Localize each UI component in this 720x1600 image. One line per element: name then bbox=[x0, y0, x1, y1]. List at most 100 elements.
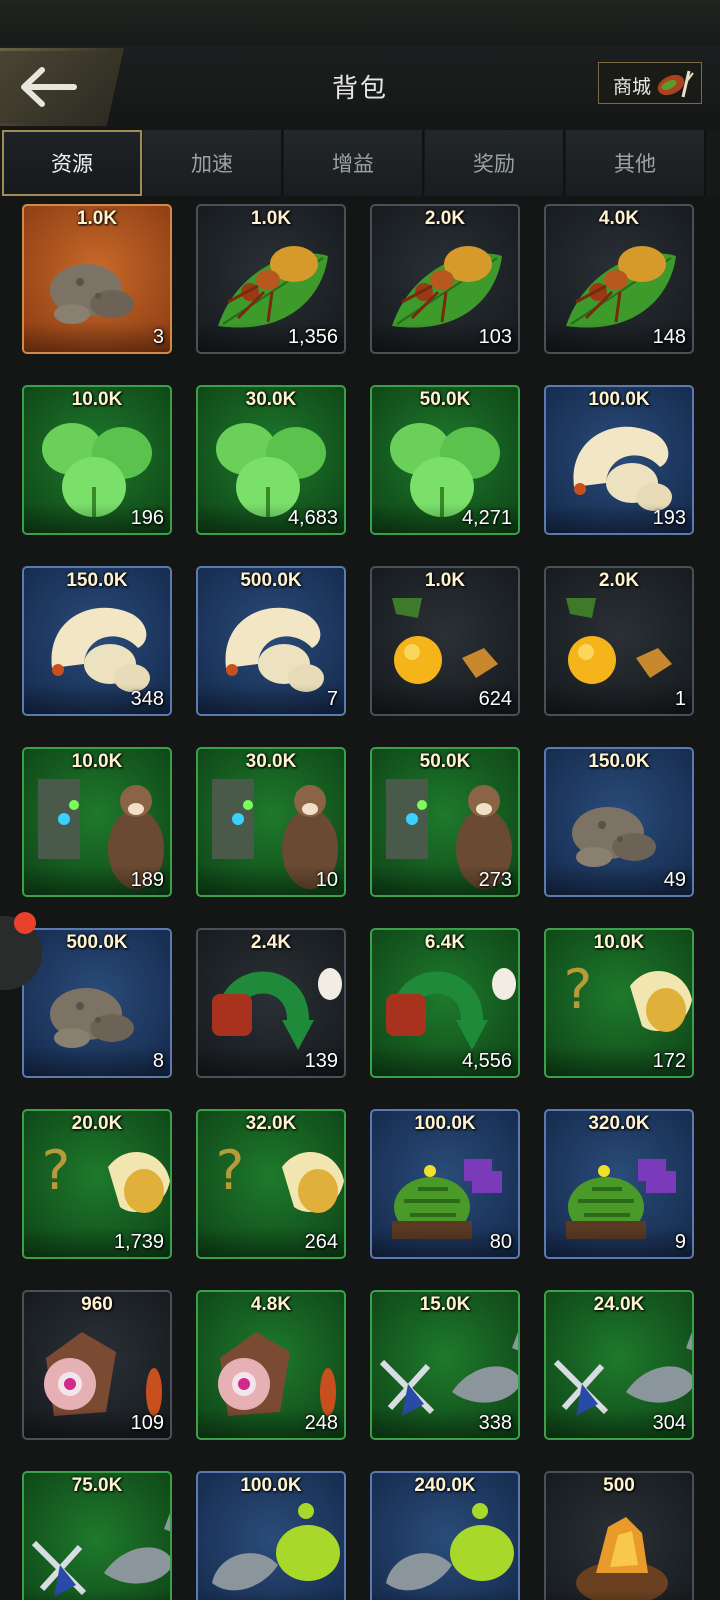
inventory-item[interactable]: 100.0K 193 bbox=[544, 385, 694, 535]
item-amount: 150.0K bbox=[66, 570, 128, 591]
item-amount: 100.0K bbox=[414, 1113, 476, 1134]
shop-label: 商城 bbox=[613, 77, 652, 98]
count-band bbox=[198, 1589, 344, 1600]
inventory-item[interactable]: 960 109 bbox=[22, 1290, 172, 1440]
inventory-item[interactable]: 500 bbox=[544, 1471, 694, 1600]
item-amount: 150.0K bbox=[588, 751, 650, 772]
inventory-item[interactable]: 50.0K 273 bbox=[370, 747, 520, 897]
item-count: 49 bbox=[663, 869, 686, 891]
tab-2[interactable]: 增益 bbox=[284, 130, 424, 196]
count-band bbox=[198, 684, 344, 714]
count-band bbox=[546, 1589, 692, 1600]
item-count: 264 bbox=[304, 1231, 338, 1253]
item-amount: 320.0K bbox=[588, 1113, 650, 1134]
item-amount: 10.0K bbox=[71, 751, 123, 772]
inventory-item[interactable]: ? 20.0K 1,739 bbox=[22, 1109, 172, 1259]
item-amount: 4.0K bbox=[598, 208, 640, 229]
item-amount: 24.0K bbox=[593, 1294, 645, 1315]
item-amount: 1.0K bbox=[424, 570, 466, 591]
item-amount: 1.0K bbox=[250, 208, 292, 229]
item-amount: 2.0K bbox=[598, 570, 640, 591]
item-count: 1 bbox=[674, 688, 686, 710]
inventory-item[interactable]: 500.0K 7 bbox=[196, 566, 346, 716]
inventory-item[interactable]: 6.4K 4,556 bbox=[370, 928, 520, 1078]
status-bar bbox=[0, 0, 720, 46]
tab-4[interactable]: 其他 bbox=[566, 130, 706, 196]
item-count: 7 bbox=[326, 688, 338, 710]
inventory-item[interactable]: 1.0K 1,356 bbox=[196, 204, 346, 354]
inventory-item[interactable]: 150.0K 49 bbox=[544, 747, 694, 897]
inventory-item[interactable]: 1.0K 3 bbox=[22, 204, 172, 354]
item-count: 189 bbox=[130, 869, 164, 891]
item-count: 139 bbox=[304, 1050, 338, 1072]
tab-3[interactable]: 奖励 bbox=[425, 130, 565, 196]
inventory-item[interactable]: 2.4K 139 bbox=[196, 928, 346, 1078]
item-amount: 6.4K bbox=[424, 932, 466, 953]
inventory-item[interactable]: 240.0K bbox=[370, 1471, 520, 1600]
item-count: 9 bbox=[674, 1231, 686, 1253]
inventory-item[interactable]: 500.0K 8 bbox=[22, 928, 172, 1078]
inventory-item[interactable]: 2.0K 103 bbox=[370, 204, 520, 354]
inventory-item[interactable]: 30.0K 10 bbox=[196, 747, 346, 897]
shop-leaf-icon bbox=[657, 70, 694, 98]
item-count: 4,556 bbox=[461, 1050, 512, 1072]
header-bar: 背包 商城 bbox=[0, 46, 720, 131]
svg-text:?: ? bbox=[42, 1139, 71, 1202]
item-count: 80 bbox=[489, 1231, 512, 1253]
count-band bbox=[24, 1589, 170, 1600]
shop-button[interactable]: 商城 bbox=[598, 62, 702, 104]
count-band bbox=[546, 684, 692, 714]
svg-text:?: ? bbox=[216, 1139, 245, 1202]
item-count: 1,356 bbox=[287, 326, 338, 348]
count-band bbox=[24, 322, 170, 352]
item-amount: 500 bbox=[603, 1475, 635, 1496]
item-amount: 30.0K bbox=[245, 389, 297, 410]
inventory-item[interactable]: ? 10.0K 172 bbox=[544, 928, 694, 1078]
inventory-item[interactable]: 50.0K 4,271 bbox=[370, 385, 520, 535]
item-count: 196 bbox=[130, 507, 164, 529]
inventory-item[interactable]: 10.0K 196 bbox=[22, 385, 172, 535]
item-count: 1,739 bbox=[113, 1231, 164, 1253]
inventory-item[interactable]: 30.0K 4,683 bbox=[196, 385, 346, 535]
inventory-item[interactable]: 150.0K 348 bbox=[22, 566, 172, 716]
inventory-grid: 1.0K 3 1.0K 1,356 2.0K 103 4.0K 148 10.0K 196 30.0… bbox=[0, 196, 720, 1600]
inventory-item[interactable]: 24.0K 304 bbox=[544, 1290, 694, 1440]
item-count: 248 bbox=[304, 1412, 338, 1434]
item-amount: 960 bbox=[81, 1294, 113, 1315]
inventory-item[interactable]: 4.0K 148 bbox=[544, 204, 694, 354]
item-count: 273 bbox=[478, 869, 512, 891]
inventory-item[interactable]: 4.8K 248 bbox=[196, 1290, 346, 1440]
item-amount: 10.0K bbox=[71, 389, 123, 410]
item-count: 348 bbox=[130, 688, 164, 710]
item-amount: 1.0K bbox=[76, 208, 118, 229]
inventory-item[interactable]: 15.0K 338 bbox=[370, 1290, 520, 1440]
count-band bbox=[372, 1589, 518, 1600]
tab-0[interactable]: 资源 bbox=[2, 130, 142, 196]
inventory-item[interactable]: 100.0K 80 bbox=[370, 1109, 520, 1259]
count-band bbox=[546, 1227, 692, 1257]
item-count: 338 bbox=[478, 1412, 512, 1434]
inventory-item[interactable]: ? 32.0K 264 bbox=[196, 1109, 346, 1259]
item-count: 109 bbox=[130, 1412, 164, 1434]
item-amount: 32.0K bbox=[245, 1113, 297, 1134]
inventory-item[interactable]: 100.0K bbox=[196, 1471, 346, 1600]
inventory-item[interactable]: 10.0K 189 bbox=[22, 747, 172, 897]
item-amount: 2.4K bbox=[250, 932, 292, 953]
item-amount: 50.0K bbox=[419, 751, 471, 772]
item-count: 624 bbox=[478, 688, 512, 710]
item-amount: 30.0K bbox=[245, 751, 297, 772]
item-count: 148 bbox=[652, 326, 686, 348]
inventory-item[interactable]: 320.0K 9 bbox=[544, 1109, 694, 1259]
item-amount: 100.0K bbox=[240, 1475, 302, 1496]
item-count: 304 bbox=[652, 1412, 686, 1434]
item-count: 103 bbox=[478, 326, 512, 348]
inventory-item[interactable]: 1.0K 624 bbox=[370, 566, 520, 716]
item-count: 4,271 bbox=[461, 507, 512, 529]
item-amount: 2.0K bbox=[424, 208, 466, 229]
inventory-item[interactable]: 2.0K 1 bbox=[544, 566, 694, 716]
category-tabs: 资源 加速 增益 奖励 其他 bbox=[0, 130, 720, 196]
item-count: 8 bbox=[152, 1050, 164, 1072]
inventory-item[interactable]: 75.0K bbox=[22, 1471, 172, 1600]
tab-1[interactable]: 加速 bbox=[143, 130, 283, 196]
item-amount: 100.0K bbox=[588, 389, 650, 410]
